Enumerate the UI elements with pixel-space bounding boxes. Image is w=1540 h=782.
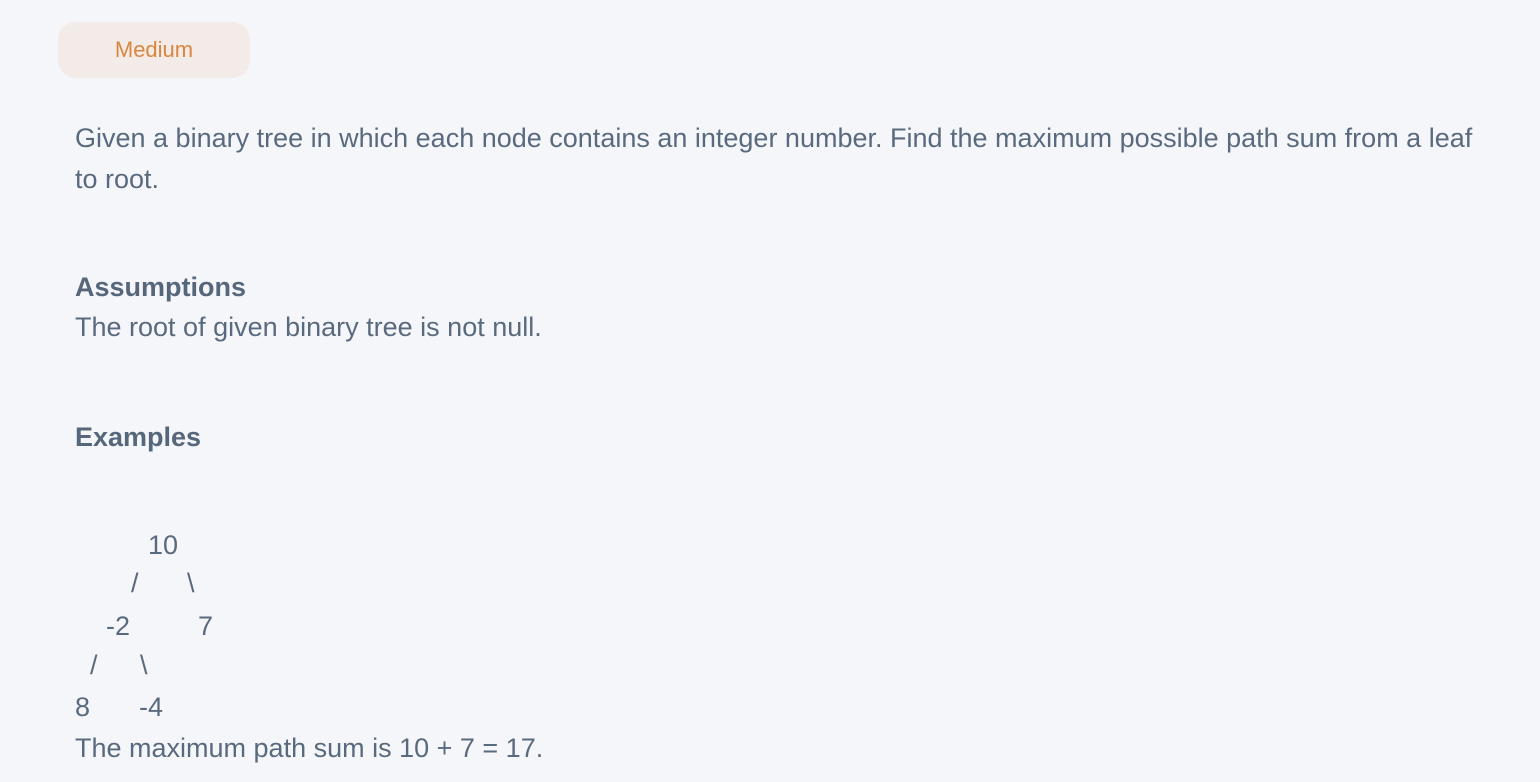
tree-edge-left-left: / [90,650,98,680]
example-result: The maximum path sum is 10 + 7 = 17. [75,733,544,763]
difficulty-label: Medium [114,37,194,62]
examples-heading: Examples [75,422,202,452]
tree-edge-root-left: / [131,568,139,598]
tree-leaf-right: -4 [139,692,164,722]
problem-description: Given a binary tree in which each node c… [75,118,1475,200]
difficulty-badge: Medium [58,22,250,78]
description-text: Given a binary tree in which each node c… [75,123,1473,194]
tree-leaf-left: 8 [75,692,91,722]
tree-edge-root-right: \ [187,568,195,598]
tree-node-right: 7 [198,611,214,641]
assumptions-heading: Assumptions [75,272,247,302]
tree-node-root: 10 [148,530,179,560]
tree-edge-left-right: \ [140,650,148,680]
tree-node-left: -2 [106,611,131,641]
assumptions-text: The root of given binary tree is not nul… [75,312,542,342]
